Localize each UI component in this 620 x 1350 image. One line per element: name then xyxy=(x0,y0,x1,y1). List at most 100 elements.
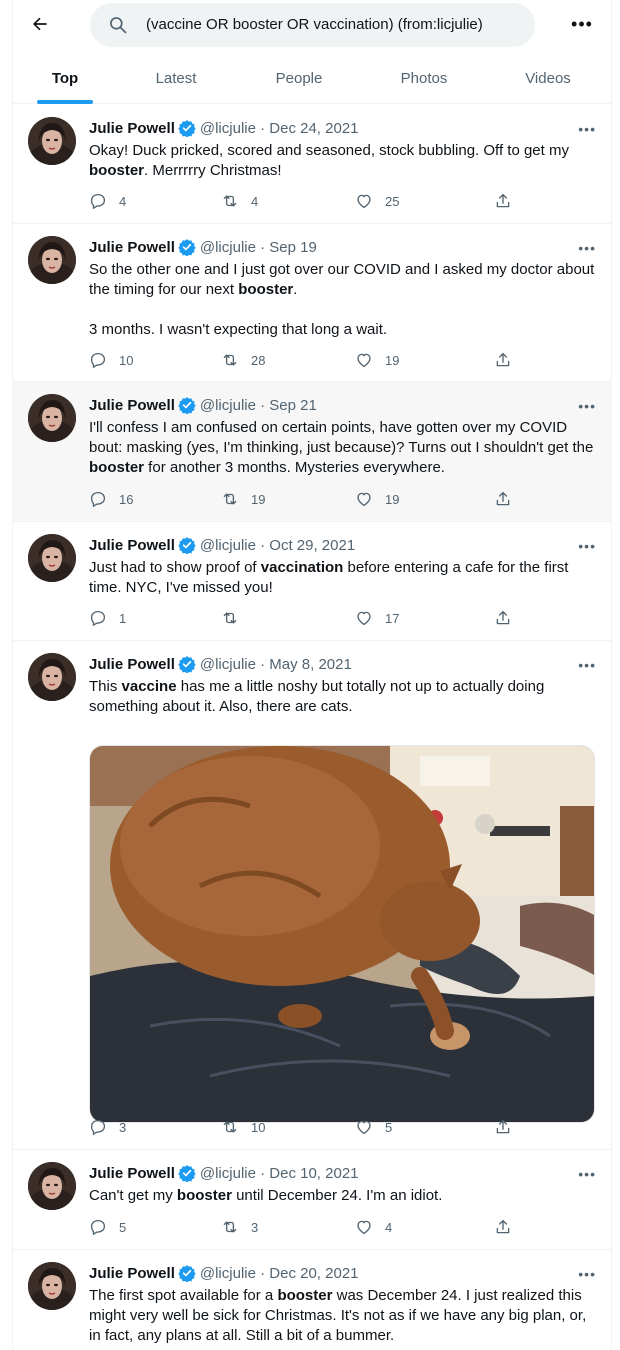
retweet-count: 4 xyxy=(251,193,259,209)
avatar[interactable] xyxy=(28,653,76,701)
retweet-count: 19 xyxy=(251,491,266,507)
tweet-header: Julie Powell @licjulie · Dec 10, 2021 xyxy=(89,1164,359,1182)
like-button[interactable]: 5 xyxy=(355,1115,392,1139)
tweet-header: Julie Powell @licjulie · May 8, 2021 xyxy=(89,655,352,673)
search-tabs: Top Latest People Photos Videos xyxy=(12,52,612,104)
like-button[interactable]: 19 xyxy=(355,348,399,372)
author-name[interactable]: Julie Powell xyxy=(89,537,175,554)
tweet-actions: 5 3 4 xyxy=(89,1215,519,1239)
like-button[interactable]: 4 xyxy=(355,1215,392,1239)
tweet-actions: 4 4 25 xyxy=(89,189,519,213)
like-button[interactable]: 17 xyxy=(355,606,399,630)
search-keyword: booster xyxy=(89,162,145,179)
tab-label: Latest xyxy=(155,69,197,87)
tweet-more-icon[interactable]: ••• xyxy=(578,240,596,256)
tweet[interactable]: Julie Powell @licjulie · Dec 10, 2021 ••• C… xyxy=(12,1150,612,1250)
back-arrow-icon[interactable] xyxy=(26,10,54,38)
tab-people[interactable]: People xyxy=(234,52,364,104)
author-name[interactable]: Julie Powell xyxy=(89,397,175,414)
share-button[interactable] xyxy=(494,487,512,511)
reply-count: 16 xyxy=(119,491,134,507)
handle-date[interactable]: @licjulie · Sep 21 xyxy=(200,397,317,414)
tweet[interactable]: Julie Powell @licjulie · Oct 29, 2021 ••• J… xyxy=(12,522,612,641)
retweet-button[interactable]: 4 xyxy=(221,189,258,213)
share-icon xyxy=(494,490,512,508)
share-button[interactable] xyxy=(494,606,512,630)
retweet-button[interactable] xyxy=(221,606,239,630)
retweet-button[interactable]: 19 xyxy=(221,487,265,511)
handle-date[interactable]: @licjulie · May 8, 2021 xyxy=(200,656,352,673)
tweet[interactable]: Julie Powell @licjulie · Sep 19 ••• So the … xyxy=(12,224,612,382)
handle-date[interactable]: @licjulie · Sep 19 xyxy=(200,239,317,256)
verified-badge-icon xyxy=(175,396,200,414)
handle-date[interactable]: @licjulie · Dec 10, 2021 xyxy=(200,1165,359,1182)
like-count: 19 xyxy=(385,352,400,368)
handle-date[interactable]: @licjulie · Dec 24, 2021 xyxy=(200,120,359,137)
tweet-more-icon[interactable]: ••• xyxy=(578,121,596,137)
retweet-count: 28 xyxy=(251,352,266,368)
tweet-more-icon[interactable]: ••• xyxy=(578,657,596,673)
tab-videos[interactable]: Videos xyxy=(484,52,612,104)
reply-button[interactable]: 3 xyxy=(89,1115,126,1139)
search-input[interactable]: (vaccine OR booster OR vaccination) (fro… xyxy=(90,3,535,47)
retweet-icon xyxy=(221,490,239,508)
search-icon xyxy=(110,17,127,34)
retweet-button[interactable]: 28 xyxy=(221,348,265,372)
tweet-text: Can't get my booster until December 24. … xyxy=(89,1187,443,1204)
tweet-photo[interactable] xyxy=(89,745,595,1123)
like-button[interactable]: 25 xyxy=(355,189,399,213)
tab-photos[interactable]: Photos xyxy=(364,52,484,104)
reply-icon xyxy=(89,192,107,210)
tweet-more-icon[interactable]: ••• xyxy=(578,538,596,554)
handle-date[interactable]: @licjulie · Dec 20, 2021 xyxy=(200,1265,359,1282)
tab-latest[interactable]: Latest xyxy=(118,52,234,104)
share-button[interactable] xyxy=(494,1115,512,1139)
tweet[interactable]: Julie Powell @licjulie · May 8, 2021 ••• Th… xyxy=(12,641,612,1150)
active-tab-indicator xyxy=(37,100,93,104)
avatar[interactable] xyxy=(28,534,76,582)
reply-button[interactable]: 1 xyxy=(89,606,126,630)
tweet[interactable]: Julie Powell @licjulie · Sep 21 ••• I'll co… xyxy=(12,382,612,522)
reply-icon xyxy=(89,490,107,508)
reply-button[interactable]: 5 xyxy=(89,1215,126,1239)
share-button[interactable] xyxy=(494,1215,512,1239)
author-name[interactable]: Julie Powell xyxy=(89,1265,175,1282)
like-button[interactable]: 19 xyxy=(355,487,399,511)
retweet-count: 3 xyxy=(251,1219,259,1235)
more-options-icon[interactable]: ••• xyxy=(568,10,596,38)
tweet[interactable]: Julie Powell @licjulie · Dec 20, 2021 ••• T… xyxy=(12,1250,612,1350)
like-icon xyxy=(355,490,373,508)
retweet-icon xyxy=(221,609,239,627)
share-button[interactable] xyxy=(494,348,512,372)
tweet-header: Julie Powell @licjulie · Sep 21 xyxy=(89,396,317,414)
share-icon xyxy=(494,192,512,210)
tweet-header: Julie Powell @licjulie · Dec 20, 2021 xyxy=(89,1264,359,1282)
avatar[interactable] xyxy=(28,394,76,442)
avatar[interactable] xyxy=(28,1262,76,1310)
verified-badge-icon xyxy=(175,119,200,137)
handle-date[interactable]: @licjulie · Oct 29, 2021 xyxy=(200,537,355,554)
tweet[interactable]: Julie Powell @licjulie · Dec 24, 2021 ••• O… xyxy=(12,105,612,224)
retweet-button[interactable]: 3 xyxy=(221,1215,258,1239)
top-bar: (vaccine OR booster OR vaccination) (fro… xyxy=(0,0,620,48)
search-keyword: booster xyxy=(176,1187,232,1204)
tweet-actions: 16 19 19 xyxy=(89,487,519,511)
share-button[interactable] xyxy=(494,189,512,213)
tab-top[interactable]: Top xyxy=(12,52,118,104)
like-icon xyxy=(355,1118,373,1136)
reply-button[interactable]: 4 xyxy=(89,189,126,213)
retweet-button[interactable]: 10 xyxy=(221,1115,265,1139)
author-name[interactable]: Julie Powell xyxy=(89,656,175,673)
tweet-more-icon[interactable]: ••• xyxy=(578,398,596,414)
reply-icon xyxy=(89,1118,107,1136)
reply-button[interactable]: 16 xyxy=(89,487,133,511)
avatar[interactable] xyxy=(28,117,76,165)
author-name[interactable]: Julie Powell xyxy=(89,239,175,256)
author-name[interactable]: Julie Powell xyxy=(89,120,175,137)
reply-button[interactable]: 10 xyxy=(89,348,133,372)
author-name[interactable]: Julie Powell xyxy=(89,1165,175,1182)
avatar[interactable] xyxy=(28,1162,76,1210)
tweet-more-icon[interactable]: ••• xyxy=(578,1166,596,1182)
avatar[interactable] xyxy=(28,236,76,284)
tweet-more-icon[interactable]: ••• xyxy=(578,1266,596,1282)
